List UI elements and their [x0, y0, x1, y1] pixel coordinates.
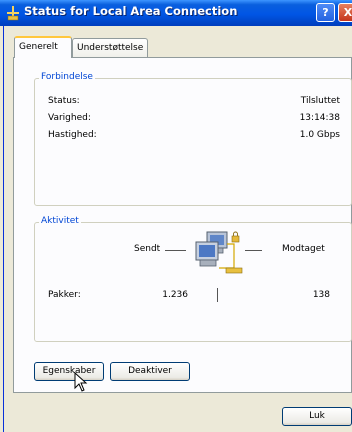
properties-button[interactable]: Egenskaber — [34, 362, 104, 381]
duration-value: 13:14:38 — [299, 113, 340, 123]
packets-label: Pakker: — [48, 290, 81, 300]
help-button[interactable]: ? — [316, 3, 335, 22]
received-label: Modtaget — [282, 244, 325, 254]
mouse-cursor-icon — [74, 372, 88, 392]
duration-label: Varighed: — [48, 113, 91, 123]
connection-group-legend: Forbindelse — [39, 72, 95, 82]
packets-divider — [217, 288, 218, 302]
sent-label: Sendt — [134, 244, 161, 254]
tab-general[interactable]: Generelt — [14, 36, 72, 58]
network-connection-icon — [7, 6, 19, 21]
close-window-button[interactable]: X — [338, 3, 352, 22]
tab-support[interactable]: Understøttelse — [72, 38, 148, 57]
status-value: Tilsluttet — [300, 96, 340, 106]
sent-line — [165, 250, 186, 251]
speed-label: Hastighed: — [48, 130, 97, 140]
window-title: Status for Local Area Connection — [24, 4, 238, 18]
activity-group-legend: Aktivitet — [39, 216, 81, 226]
close-button[interactable]: Luk — [282, 407, 352, 426]
disable-button[interactable]: Deaktiver — [110, 362, 190, 381]
network-computers-icon — [195, 231, 243, 274]
speed-value: 1.0 Gbps — [299, 130, 340, 140]
packets-received-value: 138 — [312, 290, 330, 300]
packets-sent-value: 1.236 — [162, 290, 188, 300]
status-label: Status: — [48, 96, 80, 106]
received-line — [245, 250, 262, 251]
